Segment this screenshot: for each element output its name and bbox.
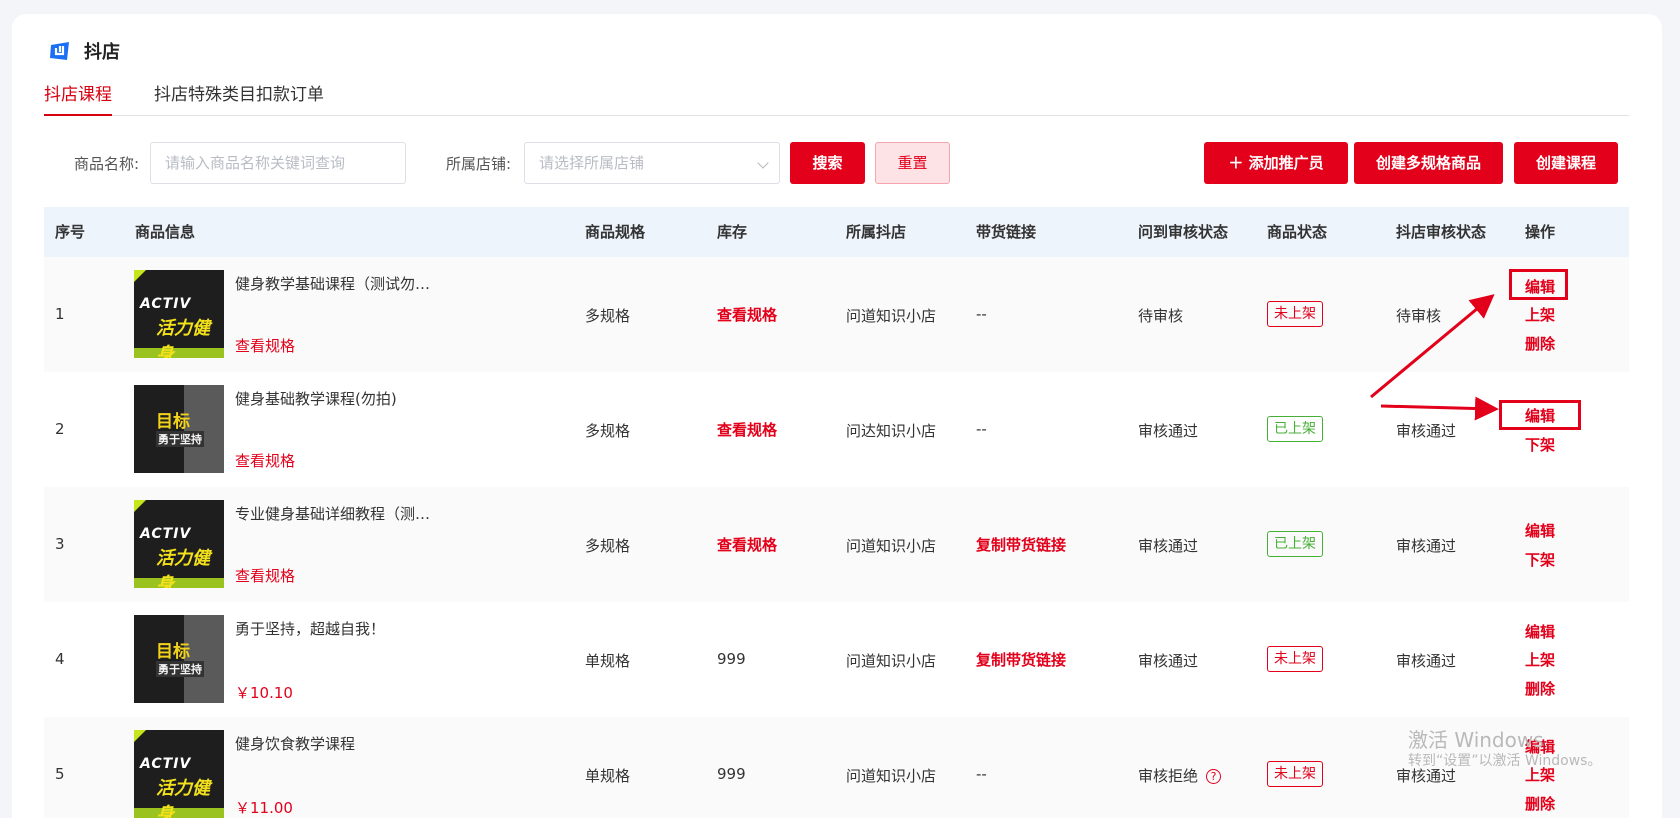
unpublish-button[interactable]: 下架	[1525, 434, 1555, 455]
view-spec-link[interactable]: 查看规格	[235, 450, 295, 471]
tab-douyin-courses[interactable]: 抖店课程	[44, 84, 112, 116]
product-thumbnail: 目标 勇于坚持	[134, 385, 224, 473]
table-row: 5 ACTIV 活力健身 健身饮食教学课程 ￥11.00 单规格 999 问道知识…	[44, 717, 1629, 818]
table-row: 1 ACTIV 活力健身 健身教学基础课程（测试勿… 查看规格 多规格 查看规格 …	[44, 257, 1629, 372]
status-badge: 未上架	[1267, 761, 1323, 787]
windows-watermark-sub: 转到“设置”以激活 Windows。	[1408, 753, 1602, 769]
th-sales-link: 带货链接	[976, 223, 1037, 241]
table-row: 2 目标 勇于坚持 健身基础教学课程(勿拍) 查看规格 多规格 查看规格 问达知识…	[44, 372, 1629, 487]
th-stock: 库存	[717, 223, 748, 241]
th-shop: 所属抖店	[846, 223, 907, 241]
th-spec: 商品规格	[585, 223, 646, 241]
publish-button[interactable]: 上架	[1525, 304, 1555, 325]
create-course-button[interactable]: 创建课程	[1514, 142, 1618, 184]
view-spec-link[interactable]: 查看规格	[717, 419, 777, 440]
product-price: ￥11.00	[235, 799, 293, 817]
tab-special-deduction-orders[interactable]: 抖店特殊类目扣款订单	[154, 84, 324, 116]
help-icon[interactable]: ?	[1206, 769, 1222, 784]
product-name-input[interactable]: 请输入商品名称关键词查询	[150, 142, 406, 184]
page-title: 抖店	[84, 42, 120, 63]
view-spec-link[interactable]: 查看规格	[235, 565, 295, 586]
publish-button[interactable]: 上架	[1525, 649, 1555, 670]
product-price: ￥10.10	[235, 684, 293, 702]
create-multi-spec-button[interactable]: 创建多规格商品	[1354, 142, 1503, 184]
table-row: 4 目标 勇于坚持 勇于坚持，超越自我！ ￥10.10 单规格 999 问道知识小…	[44, 602, 1629, 717]
th-audit-status: 问到审核状态	[1138, 223, 1229, 241]
th-index: 序号	[55, 223, 86, 241]
add-promoter-button[interactable]: ＋ 添加推广员	[1204, 142, 1348, 184]
table-header: 序号 商品信息 商品规格 库存 所属抖店 带货链接 问到审核状态 商品状态 抖店…	[44, 207, 1629, 257]
copy-sales-link[interactable]: 复制带货链接	[976, 534, 1066, 555]
product-name: 健身基础教学课程(勿拍)	[235, 390, 397, 408]
th-douyin-audit: 抖店审核状态	[1396, 223, 1487, 241]
product-name: 专业健身基础详细教程（测…	[235, 505, 431, 523]
product-name: 健身饮食教学课程	[235, 735, 356, 753]
highlight-box	[1509, 269, 1568, 300]
edit-button[interactable]: 编辑	[1525, 520, 1555, 541]
status-badge: 未上架	[1267, 646, 1323, 672]
th-operations: 操作	[1525, 223, 1556, 241]
product-name: 勇于坚持，超越自我！	[235, 620, 386, 638]
chevron-down-icon	[757, 157, 769, 169]
product-thumbnail: 目标 勇于坚持	[134, 615, 224, 703]
view-spec-link[interactable]: 查看规格	[717, 304, 777, 325]
delete-button[interactable]: 删除	[1525, 793, 1555, 814]
highlight-box	[1499, 400, 1581, 430]
view-spec-link[interactable]: 查看规格	[235, 335, 295, 356]
tab-bar: 抖店课程 抖店特殊类目扣款订单	[44, 84, 1629, 116]
status-badge: 已上架	[1267, 531, 1323, 557]
product-thumbnail: ACTIV 活力健身	[134, 500, 224, 588]
shop-select[interactable]: 请选择所属店铺	[524, 142, 780, 184]
search-button[interactable]: 搜索	[790, 142, 865, 184]
product-name-label: 商品名称:	[74, 155, 140, 173]
product-thumbnail: ACTIV 活力健身	[134, 730, 224, 818]
plus-icon: ＋	[1228, 154, 1249, 172]
windows-watermark: 激活 Windows	[1408, 728, 1544, 752]
status-badge: 未上架	[1267, 301, 1323, 327]
unpublish-button[interactable]: 下架	[1525, 549, 1555, 570]
douyin-shop-logo-icon	[50, 42, 69, 60]
product-name: 健身教学基础课程（测试勿…	[235, 275, 431, 293]
table-row: 3 ACTIV 活力健身 专业健身基础详细教程（测… 查看规格 多规格 查看规格 …	[44, 487, 1629, 602]
th-product-info: 商品信息	[135, 223, 196, 241]
product-thumbnail: ACTIV 活力健身	[134, 270, 224, 358]
brand: 抖店	[48, 38, 120, 64]
reset-button[interactable]: 重置	[875, 142, 950, 184]
th-product-status: 商品状态	[1267, 223, 1328, 241]
edit-button[interactable]: 编辑	[1525, 621, 1555, 642]
shop-label: 所属店铺:	[446, 155, 512, 173]
delete-button[interactable]: 删除	[1525, 678, 1555, 699]
copy-sales-link[interactable]: 复制带货链接	[976, 649, 1066, 670]
status-badge: 已上架	[1267, 416, 1323, 442]
view-spec-link[interactable]: 查看规格	[717, 534, 777, 555]
delete-button[interactable]: 删除	[1525, 333, 1555, 354]
